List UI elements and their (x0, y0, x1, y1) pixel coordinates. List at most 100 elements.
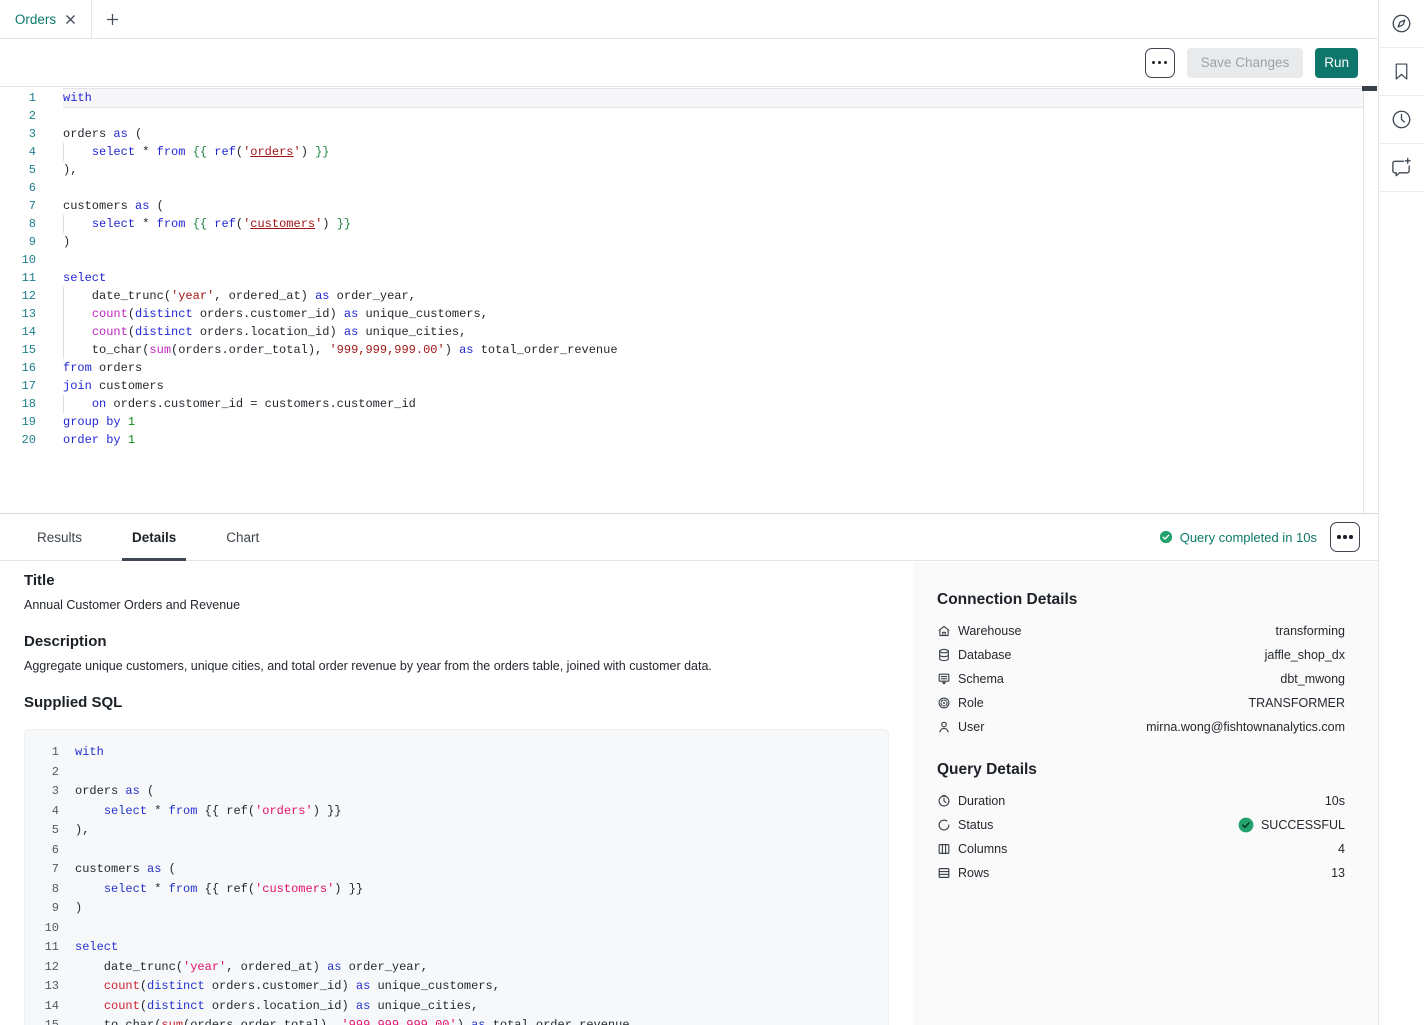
code-line: 2 (39, 763, 874, 783)
code-line[interactable]: 8 select * from {{ ref('customers') }} (0, 215, 1363, 233)
close-icon[interactable] (65, 14, 76, 25)
code-text (63, 251, 1363, 269)
detail-row-rows: Rows13 (937, 861, 1345, 885)
title-heading: Title (24, 572, 889, 589)
tab-chart[interactable]: Chart (216, 514, 269, 561)
detail-label: Role (937, 696, 984, 710)
line-number: 8 (39, 880, 59, 900)
line-number: 3 (0, 125, 36, 143)
app-root: Orders Save Changes Run 1with23orders as… (0, 0, 1424, 1025)
editor-right-edge (1363, 87, 1364, 514)
line-number: 6 (0, 179, 36, 197)
line-number: 11 (0, 269, 36, 287)
line-number: 3 (39, 782, 59, 802)
code-line: 3orders as ( (39, 782, 874, 802)
ellipsis-icon (1158, 61, 1161, 64)
code-text: to_char(sum(orders.order_total), '999,99… (63, 341, 1363, 359)
line-number: 4 (39, 802, 59, 822)
code-line: 10 (39, 919, 874, 939)
line-number: 6 (39, 841, 59, 861)
tab-details[interactable]: Details (122, 514, 186, 561)
line-number: 13 (0, 305, 36, 323)
detail-row-role: RoleTRANSFORMER (937, 691, 1345, 715)
code-line[interactable]: 2 (0, 107, 1363, 125)
code-text: count(distinct orders.customer_id) as un… (75, 977, 874, 997)
detail-label: User (937, 720, 984, 734)
line-number: 4 (0, 143, 36, 161)
results-more-button[interactable] (1330, 522, 1360, 552)
results-bar-right: Query completed in 10s (1159, 522, 1360, 552)
code-text: select * from {{ ref('customers') }} (63, 215, 1363, 233)
code-line[interactable]: 18 on orders.customer_id = customers.cus… (0, 395, 1363, 413)
connection-details-rows: WarehousetransformingDatabasejaffle_shop… (937, 619, 1345, 739)
supplied-sql-heading: Supplied SQL (24, 694, 889, 711)
query-success-icon (1159, 530, 1173, 544)
run-button[interactable]: Run (1315, 48, 1358, 78)
ai-assistant-button[interactable] (1379, 144, 1424, 192)
code-line: 6 (39, 841, 874, 861)
code-line[interactable]: 12 date_trunc('year', ordered_at) as ord… (0, 287, 1363, 305)
detail-label: Columns (937, 842, 1007, 856)
columns-icon (937, 842, 951, 856)
code-line[interactable]: 6 (0, 179, 1363, 197)
tab-results[interactable]: Results (27, 514, 92, 561)
detail-label: Schema (937, 672, 1004, 686)
line-number: 16 (0, 359, 36, 377)
code-line[interactable]: 13 count(distinct orders.customer_id) as… (0, 305, 1363, 323)
code-text: order by 1 (63, 431, 1363, 449)
code-line[interactable]: 20order by 1 (0, 431, 1363, 449)
history-button[interactable] (1379, 96, 1424, 144)
tab-bar: Orders (0, 0, 1378, 39)
code-text (63, 107, 1363, 125)
code-line[interactable]: 17join customers (0, 377, 1363, 395)
code-text: join customers (63, 377, 1363, 395)
code-line[interactable]: 16 from orders (0, 359, 1363, 377)
code-line[interactable]: 5), (0, 161, 1363, 179)
line-number: 14 (39, 997, 59, 1017)
detail-row-user: Usermirna.wong@fishtownanalytics.com (937, 715, 1345, 739)
line-number: 7 (0, 197, 36, 215)
detail-label: Duration (937, 794, 1005, 808)
line-number: 8 (0, 215, 36, 233)
code-line: 14 count(distinct orders.location_id) as… (39, 997, 874, 1017)
title-value: Annual Customer Orders and Revenue (24, 598, 889, 612)
code-line: 4 select * from {{ ref('orders') }} (39, 802, 874, 822)
code-line[interactable]: 19group by 1 (0, 413, 1363, 431)
code-line[interactable]: 11select (0, 269, 1363, 287)
new-tab-button[interactable] (92, 0, 132, 38)
code-line[interactable]: 14 count(distinct orders.location_id) as… (0, 323, 1363, 341)
code-text: customers as ( (63, 197, 1363, 215)
sql-editor[interactable]: 1with23orders as (4 select * from {{ ref… (0, 88, 1363, 513)
detail-value: transforming (1276, 624, 1345, 638)
code-text: ) (63, 233, 1363, 251)
detail-value: 4 (1338, 842, 1345, 856)
code-line[interactable]: 1with (0, 89, 1363, 107)
code-line[interactable]: 7 customers as ( (0, 197, 1363, 215)
duration-icon (937, 794, 951, 808)
detail-label: Status (937, 818, 993, 832)
code-text: group by 1 (63, 413, 1363, 431)
code-line[interactable]: 10 (0, 251, 1363, 269)
detail-label: Rows (937, 866, 989, 880)
code-line[interactable]: 3orders as ( (0, 125, 1363, 143)
code-line: 11select (39, 938, 874, 958)
editor-scrollbar-thumb[interactable] (1362, 86, 1377, 91)
tab-orders[interactable]: Orders (0, 0, 92, 38)
connection-details-heading: Connection Details (937, 591, 1345, 609)
explore-button[interactable] (1379, 0, 1424, 48)
bookmarks-button[interactable] (1379, 48, 1424, 96)
code-line[interactable]: 15 to_char(sum(orders.order_total), '999… (0, 341, 1363, 359)
line-number: 2 (39, 763, 59, 783)
supplied-sql-block: 1with23orders as (4 select * from {{ ref… (24, 729, 889, 1025)
save-changes-button[interactable]: Save Changes (1187, 48, 1304, 78)
code-line: 7customers as ( (39, 860, 874, 880)
code-text: from orders (63, 359, 1363, 377)
detail-row-status: StatusSUCCESSFUL (937, 813, 1345, 837)
detail-value: jaffle_shop_dx (1265, 648, 1345, 662)
code-line: 8 select * from {{ ref('customers') }} (39, 880, 874, 900)
detail-row-warehouse: Warehousetransforming (937, 619, 1345, 643)
code-line[interactable]: 4 select * from {{ ref('orders') }} (0, 143, 1363, 161)
detail-row-columns: Columns 4 (937, 837, 1345, 861)
editor-more-button[interactable] (1145, 48, 1175, 78)
code-line[interactable]: 9) (0, 233, 1363, 251)
